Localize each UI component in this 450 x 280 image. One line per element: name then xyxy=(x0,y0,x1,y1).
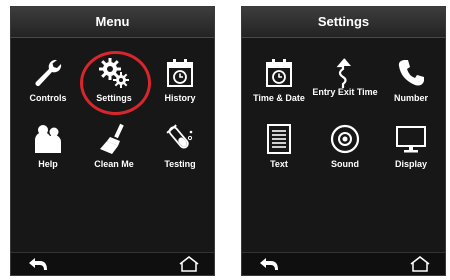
testing-button[interactable]: Testing xyxy=(147,119,213,183)
bottom-bar xyxy=(242,252,445,275)
clean-me-label: Clean Me xyxy=(94,159,134,169)
history-label: History xyxy=(164,93,196,103)
time-date-button[interactable]: Time & Date xyxy=(246,53,312,117)
home-icon[interactable] xyxy=(178,255,200,273)
back-arrow-icon[interactable] xyxy=(258,256,280,272)
entry-exit-time-label: Entry Exit Time xyxy=(312,87,378,97)
home-icon[interactable] xyxy=(409,255,431,273)
testing-label: Testing xyxy=(164,159,196,169)
settings-label: Settings xyxy=(96,93,132,103)
help-button[interactable]: Help xyxy=(15,119,81,183)
monitor-icon xyxy=(396,126,426,153)
display-label: Display xyxy=(394,159,427,169)
history-button[interactable]: History xyxy=(147,53,213,117)
screen-title: Settings xyxy=(242,7,445,38)
number-button[interactable]: Number xyxy=(378,53,444,117)
text-button[interactable]: Text xyxy=(246,119,312,183)
wrench-icon xyxy=(35,59,62,86)
clean-me-button[interactable]: Clean Me xyxy=(81,119,147,183)
document-icon xyxy=(267,124,291,154)
back-arrow-icon[interactable] xyxy=(27,256,49,272)
brush-icon xyxy=(100,123,124,154)
text-label: Text xyxy=(270,159,288,169)
number-label: Number xyxy=(393,93,428,103)
entry-exit-time-button[interactable]: Entry Exit Time xyxy=(312,53,378,117)
settings-screen: Settings Time & Date Entry Exit Time Num… xyxy=(241,6,446,276)
help-label: Help xyxy=(38,159,58,169)
people-icon xyxy=(35,125,61,153)
display-button[interactable]: Display xyxy=(378,119,444,183)
test-tube-icon xyxy=(166,124,193,149)
sound-label: Sound xyxy=(331,159,359,169)
controls-button[interactable]: Controls xyxy=(15,53,81,117)
phone-icon xyxy=(398,60,424,86)
screen-title: Menu xyxy=(11,7,214,38)
time-date-label: Time & Date xyxy=(253,93,305,103)
settings-button[interactable]: Settings xyxy=(81,53,147,117)
controls-label: Controls xyxy=(29,93,67,103)
bottom-bar xyxy=(11,252,214,275)
sound-button[interactable]: Sound xyxy=(312,119,378,183)
speaker-icon xyxy=(330,124,360,154)
calendar-history-icon xyxy=(167,59,193,87)
route-arrow-icon xyxy=(336,58,351,88)
calendar-clock-icon xyxy=(266,59,292,87)
gears-icon xyxy=(99,58,129,88)
menu-screen: Menu Controls Settings History Help Clea… xyxy=(10,6,215,276)
